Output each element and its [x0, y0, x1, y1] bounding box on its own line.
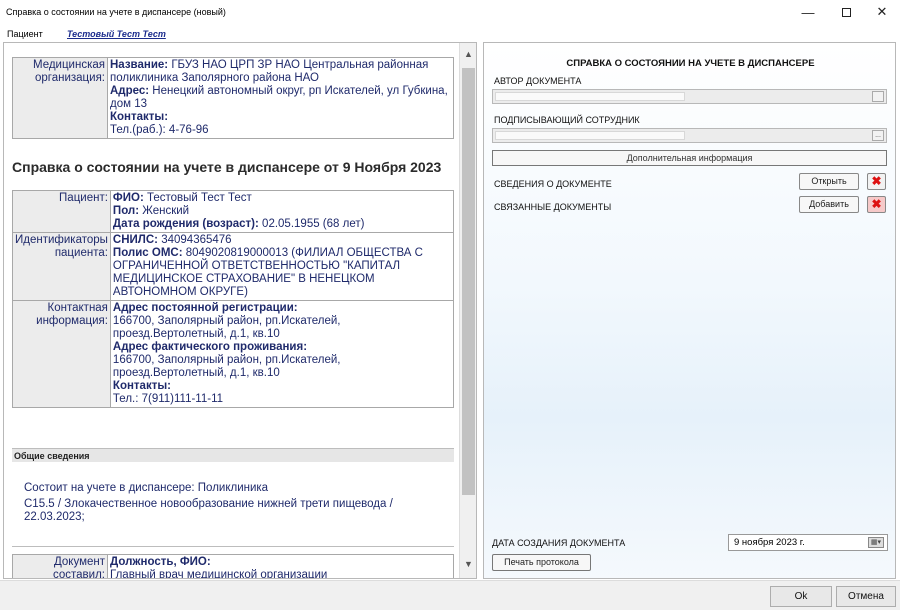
related-docs-label: СВЯЗАННЫЕ ДОКУМЕНТЫ	[494, 202, 612, 212]
patient-bar: Пациент Тестовый Тест Тест	[0, 27, 900, 41]
org-name-label: Название:	[110, 59, 169, 71]
author-details: Должность, ФИО: Главный врач медицинской…	[107, 554, 454, 579]
add-button[interactable]: Добавить	[799, 196, 859, 213]
signer-browse-button[interactable]: ...	[872, 130, 884, 141]
contact-key: Контактная информация:	[12, 300, 111, 408]
created-date-value: 9 ноября 2023 г.	[734, 537, 805, 548]
snils-label: СНИЛС:	[112, 234, 159, 246]
contact-details: Адрес постоянной регистрации: 166700, За…	[109, 300, 455, 408]
org-address-label: Адрес:	[110, 85, 150, 97]
cancel-button[interactable]: Отмена	[836, 586, 896, 607]
author-checkbox[interactable]	[872, 91, 884, 102]
oms-label: Полис ОМС:	[112, 247, 183, 259]
scroll-down-icon[interactable]: ▼	[460, 556, 476, 572]
delete-related-icon[interactable]: ✖	[867, 196, 886, 213]
position-value: Главный врач медицинской организации	[110, 569, 328, 579]
patient-table: Пациент: ФИО: Тестовый Тест Тест Пол: Же…	[12, 190, 455, 408]
patient-details: ФИО: Тестовый Тест Тест Пол: Женский Дат…	[109, 190, 455, 233]
org-details: Название: ГБУЗ НАО ЦРП ЗР НАО Центральна…	[107, 57, 454, 139]
org-key: Медицинская организация:	[12, 57, 108, 139]
org-address-value: Ненецкий автономный округ, рп Искателей,…	[110, 85, 448, 110]
snils-value: 34094365476	[158, 234, 232, 246]
dob-value: 02.05.1955 (68 лет)	[258, 218, 365, 230]
extra-info-button[interactable]: Дополнительная информация	[492, 150, 887, 166]
calendar-dropdown-icon[interactable]: ▦▾	[868, 537, 884, 548]
maximize-icon	[841, 7, 851, 17]
signer-value-redacted	[495, 131, 685, 140]
fio-label: ФИО:	[112, 192, 144, 204]
author-field[interactable]	[492, 89, 887, 104]
created-date-label: ДАТА СОЗДАНИЯ ДОКУМЕНТА	[492, 538, 626, 548]
ok-button[interactable]: Ok	[770, 586, 832, 607]
author-label: АВТОР ДОКУМЕНТА	[494, 76, 582, 86]
org-contacts-label: Контакты:	[110, 111, 169, 123]
general-section-header: Общие сведения	[12, 448, 454, 462]
patient-contacts-label: Контакты:	[112, 380, 171, 392]
open-button[interactable]: Открыть	[799, 173, 859, 190]
document-form-panel: СПРАВКА О СОСТОЯНИИ НА УЧЕТЕ В ДИСПАНСЕР…	[483, 42, 896, 579]
ids-details: СНИЛС: 34094365476 Полис ОМС: 8049020819…	[109, 232, 455, 301]
close-button[interactable]: ✕	[866, 0, 898, 24]
fact-address-value: 166700, Заполярный район, рп.Искателей, …	[112, 354, 341, 379]
signer-label: ПОДПИСЫВАЮЩИЙ СОТРУДНИК	[494, 115, 640, 125]
patient-name-link[interactable]: Тестовый Тест Тест	[67, 29, 166, 39]
delete-doc-info-icon[interactable]: ✖	[867, 173, 886, 190]
patient-key: Пациент:	[12, 190, 111, 233]
fio-value: Тестовый Тест Тест	[143, 192, 252, 204]
print-protocol-button[interactable]: Печать протокола	[492, 554, 591, 571]
document-heading: Справка о состоянии на учете в диспансер…	[12, 159, 442, 175]
fact-address-label: Адрес фактического проживания:	[112, 341, 308, 353]
window-title: Справка о состоянии на учете в диспансер…	[6, 7, 226, 17]
author-key: Документ составил:	[12, 554, 108, 578]
signer-field[interactable]: ...	[492, 128, 887, 143]
reg-address-label: Адрес постоянной регистрации:	[112, 302, 298, 314]
patient-label: Пациент	[7, 29, 43, 39]
doc-info-label: СВЕДЕНИЯ О ДОКУМЕНТЕ	[494, 179, 612, 189]
patient-contacts-value: Тел.: 7(911)111-11-11	[112, 393, 224, 405]
author-table: Документ составил: Должность, ФИО: Главн…	[12, 554, 454, 579]
dob-label: Дата рождения (возраст):	[112, 218, 259, 230]
general-line-1: Состоит на учете в диспансере: Поликлини…	[24, 482, 269, 494]
general-line-2: C15.5 / Злокачественное новообразование …	[24, 498, 393, 523]
document-content: Медицинская организация: Название: ГБУЗ …	[12, 47, 455, 408]
scroll-thumb[interactable]	[462, 68, 475, 495]
org-table: Медицинская организация: Название: ГБУЗ …	[12, 57, 454, 139]
document-preview[interactable]: Медицинская организация: Название: ГБУЗ …	[3, 42, 477, 579]
created-date-picker[interactable]: 9 ноября 2023 г. ▦▾	[728, 534, 888, 551]
reg-address-value: 166700, Заполярный район, рп.Искателей, …	[112, 315, 341, 340]
sex-label: Пол:	[112, 205, 140, 217]
position-label: Должность, ФИО:	[110, 556, 211, 568]
org-contacts-value: Тел.(раб.): 4-76-96	[110, 124, 209, 136]
divider	[12, 546, 454, 547]
ids-key: Идентификаторы пациента:	[12, 232, 111, 301]
dialog-footer: Ok Отмена	[0, 580, 900, 610]
sex-value: Женский	[139, 205, 190, 217]
form-title: СПРАВКА О СОСТОЯНИИ НА УЧЕТЕ В ДИСПАНСЕР…	[566, 58, 815, 69]
author-value-redacted	[495, 92, 685, 101]
maximize-button[interactable]	[830, 0, 862, 24]
window-titlebar: Справка о состоянии на учете в диспансер…	[0, 0, 900, 26]
minimize-button[interactable]: —	[792, 0, 824, 24]
scroll-up-icon[interactable]: ▲	[460, 46, 476, 62]
document-scrollbar[interactable]: ▲ ▼	[459, 43, 476, 578]
